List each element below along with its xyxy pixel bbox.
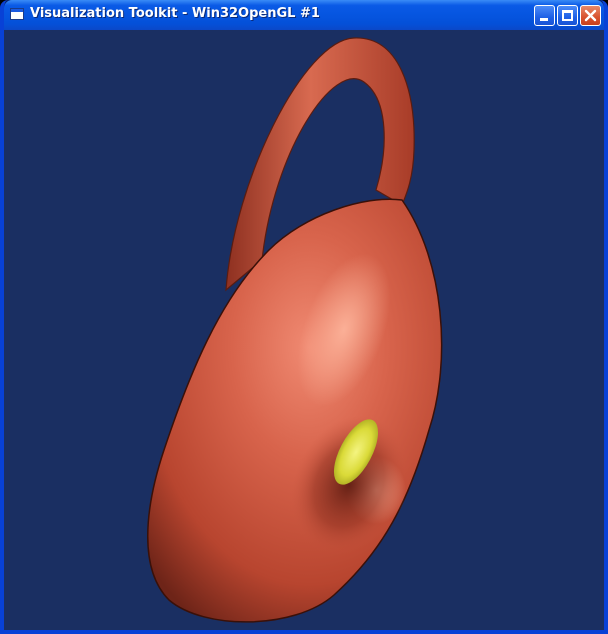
minimize-button[interactable] [534, 5, 555, 26]
minimize-icon [540, 18, 548, 21]
application-window: Visualization Toolkit - Win32OpenGL #1 [0, 0, 608, 634]
window-title: Visualization Toolkit - Win32OpenGL #1 [30, 6, 320, 21]
klein-bottle-render [147, 37, 443, 623]
maximize-icon [562, 10, 573, 21]
maximize-button[interactable] [557, 5, 578, 26]
close-icon [584, 9, 597, 22]
render-viewport[interactable] [4, 30, 604, 630]
window-icon[interactable] [10, 8, 24, 20]
close-button[interactable] [580, 5, 601, 26]
title-bar[interactable]: Visualization Toolkit - Win32OpenGL #1 [4, 0, 604, 30]
klein-bottle-body [147, 198, 443, 623]
